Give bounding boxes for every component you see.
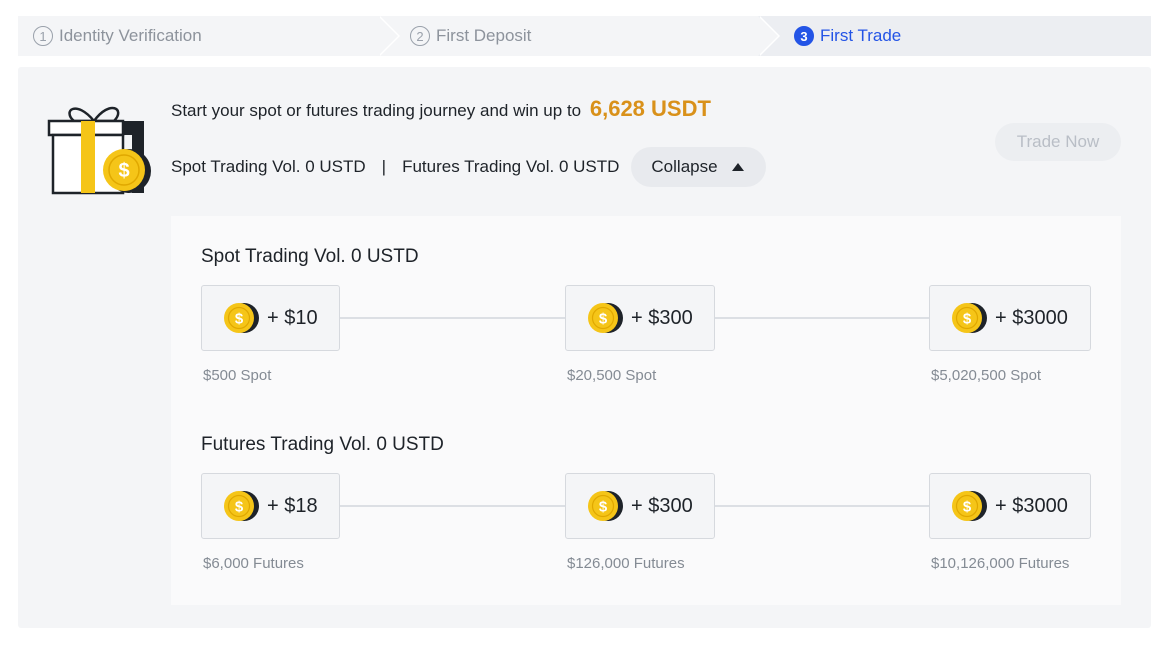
spot-tier-3: $ + $3000 xyxy=(929,285,1091,351)
gift-icon: $ xyxy=(47,106,151,195)
svg-text:$: $ xyxy=(235,311,244,328)
futures-section-title: Futures Trading Vol. 0 USTD xyxy=(201,434,444,455)
step-identity-verification[interactable]: 1 Identity Verification xyxy=(18,16,400,56)
coin-icon: $ xyxy=(588,303,623,333)
futures-tier-1: $ + $18 xyxy=(201,473,340,539)
tier-reward: + $300 xyxy=(631,494,693,517)
coin-icon: $ xyxy=(224,491,259,521)
spot-tier-2: $ + $300 xyxy=(565,285,715,351)
svg-text:$: $ xyxy=(118,160,129,182)
spot-section-title: Spot Trading Vol. 0 USTD xyxy=(201,246,419,267)
summary-separator: | xyxy=(381,157,387,176)
futures-volume-summary: Futures Trading Vol. 0 USTD xyxy=(402,157,620,176)
spot-tier-track: $ + $10 $ + $300 $ + $3000 xyxy=(201,285,1091,351)
headline-text: Start your spot or futures trading journ… xyxy=(171,101,582,120)
tier-reward: + $10 xyxy=(267,306,318,329)
coin-icon: $ xyxy=(588,491,623,521)
tier-reward: + $3000 xyxy=(995,494,1068,517)
svg-text:$: $ xyxy=(599,311,608,328)
step-number: 1 xyxy=(33,26,53,46)
step-label: First Trade xyxy=(820,26,902,45)
futures-tier-1-requirement: $6,000 Futures xyxy=(203,555,304,572)
tier-reward: + $300 xyxy=(631,306,693,329)
collapse-label: Collapse xyxy=(651,157,718,176)
step-label: Identity Verification xyxy=(59,26,202,45)
futures-tier-3: $ + $3000 xyxy=(929,473,1091,539)
coin-icon: $ xyxy=(224,303,259,333)
spot-tier-1-requirement: $500 Spot xyxy=(203,367,272,384)
svg-text:$: $ xyxy=(963,311,972,328)
step-number: 2 xyxy=(410,26,430,46)
svg-text:$: $ xyxy=(235,499,244,516)
spot-tier-2-requirement: $20,500 Spot xyxy=(567,367,657,384)
volume-summary: Spot Trading Vol. 0 USTD | Futures Tradi… xyxy=(171,147,766,187)
tier-reward: + $18 xyxy=(267,494,318,517)
trade-now-button[interactable]: Trade Now xyxy=(995,123,1121,161)
step-first-deposit[interactable]: 2 First Deposit xyxy=(378,16,780,56)
step-first-trade[interactable]: 3 First Trade xyxy=(758,16,1151,56)
futures-tier-track: $ + $18 $ + $300 $ + $3000 xyxy=(201,473,1091,539)
spot-tier-1: $ + $10 xyxy=(201,285,340,351)
coin-icon: $ xyxy=(952,491,987,521)
futures-tier-3-requirement: $10,126,000 Futures xyxy=(931,555,1070,572)
step-label: First Deposit xyxy=(436,26,532,45)
step-number: 3 xyxy=(794,26,814,46)
first-trade-panel: $ Start your spot or futures trading jou… xyxy=(18,67,1151,628)
caret-up-icon xyxy=(731,163,744,171)
futures-tier-2: $ + $300 xyxy=(565,473,715,539)
spot-tier-3-requirement: $5,020,500 Spot xyxy=(931,367,1042,384)
spot-volume-summary: Spot Trading Vol. 0 USTD xyxy=(171,157,366,176)
svg-text:$: $ xyxy=(599,499,608,516)
collapse-button[interactable]: Collapse xyxy=(631,147,766,187)
svg-text:$: $ xyxy=(963,499,972,516)
max-reward-amount: 6,628 USDT xyxy=(589,96,711,121)
futures-tier-2-requirement: $126,000 Futures xyxy=(567,555,685,572)
reward-headline: Start your spot or futures trading journ… xyxy=(171,96,711,122)
reward-tiers-panel: Spot Trading Vol. 0 USTD $ + $10 $ + $30… xyxy=(171,216,1121,605)
progress-stepper: 1 Identity Verification 2 First Deposit … xyxy=(18,16,1151,56)
tier-reward: + $3000 xyxy=(995,306,1068,329)
coin-icon: $ xyxy=(952,303,987,333)
